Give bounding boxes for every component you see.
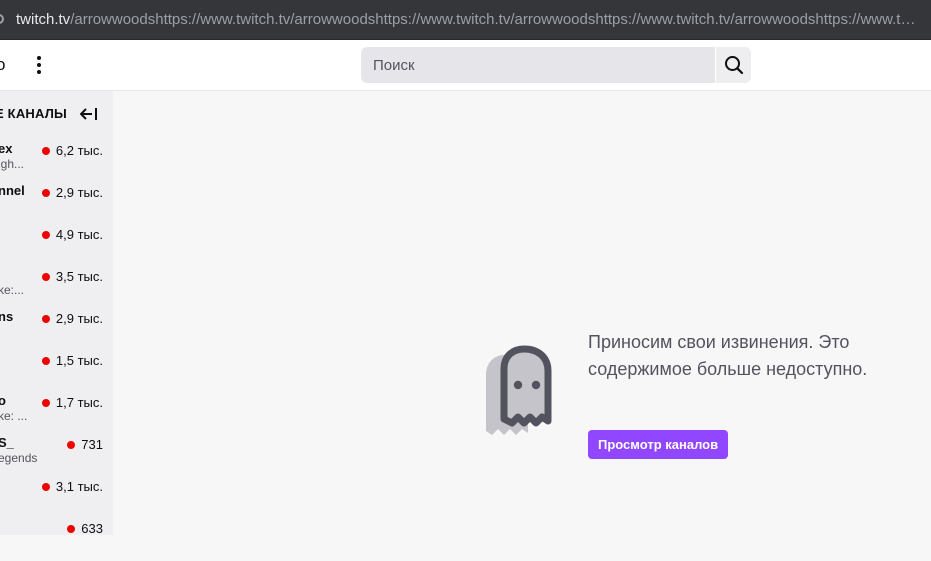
collapse-sidebar-icon[interactable] [80,107,98,121]
sidebar-channel-item[interactable]: ns 2,9 тыс. [0,309,113,351]
viewer-count: 6,2 тыс. [41,143,103,158]
browse-channels-button[interactable]: Просмотр каналов [588,430,729,459]
channel-name: ns [0,309,14,324]
channel-name: nnel [0,183,25,198]
viewer-count-text: 633 [81,521,103,536]
ghost-icon [486,345,552,435]
viewer-count: 3,1 тыс. [41,479,103,494]
sidebar-channel-item[interactable]: nnel 2,9 тыс. [0,183,113,225]
followed-channels-sidebar: Е КАНАЛЫ ex igh... 6,2 тыс. nnel 2,9 тыс… [0,91,113,536]
channel-game: ke: ... [0,409,28,423]
sidebar-channel-item[interactable]: 633 [0,519,113,561]
sidebar-channel-item[interactable]: ke:... 3,5 тыс. [0,267,113,309]
search-icon [724,56,743,75]
top-navigation: о [0,40,931,91]
channel-name: о [0,393,6,408]
viewer-count: 2,9 тыс. [41,311,103,326]
live-dot-icon [41,230,50,239]
viewer-count: 1,7 тыс. [41,395,103,410]
sidebar-channel-item[interactable]: S_ egends 731 [0,435,113,477]
content-unavailable-message: Приносим свои извинения. Это содержимое … [588,332,868,379]
channel-name: ex [0,141,13,156]
sidebar-channel-item[interactable]: 4,9 тыс. [0,225,113,267]
live-dot-icon [41,482,50,491]
live-dot-icon [41,356,50,365]
live-dot-icon [41,146,50,155]
live-dot-icon [41,398,50,407]
nav-link-cut[interactable]: о [0,55,5,75]
viewer-count: 4,9 тыс. [41,227,103,242]
sidebar-channel-item[interactable]: ex igh... 6,2 тыс. [0,141,113,183]
viewer-count: 633 [67,521,103,536]
search-button[interactable] [716,47,751,83]
url-host: twitch.tv [16,11,71,28]
sidebar-header: Е КАНАЛЫ [0,106,67,121]
viewer-count-text: 731 [81,437,103,452]
sidebar-channel-item[interactable]: 1,5 тыс. [0,351,113,393]
channel-game: igh... [0,157,25,171]
address-text[interactable]: twitch.tv/arrowwoodshttps://www.twitch.t… [16,11,926,28]
viewer-count-text: 1,5 тыс. [55,353,103,368]
viewer-count-text: 3,1 тыс. [55,479,103,494]
live-dot-icon [41,314,50,323]
viewer-count: 731 [67,437,103,452]
live-dot-icon [41,272,50,281]
viewer-count: 3,5 тыс. [41,269,103,284]
more-options-icon[interactable] [30,53,48,77]
viewer-count-text: 1,7 тыс. [55,395,103,410]
viewer-count: 1,5 тыс. [41,353,103,368]
viewer-count-text: 2,9 тыс. [55,185,103,200]
site-info-icon[interactable] [0,14,4,24]
live-dot-icon [67,524,76,533]
sidebar-channel-item[interactable]: 3,1 тыс. [0,477,113,519]
search-input[interactable] [361,47,716,83]
viewer-count-text: 3,5 тыс. [55,269,103,284]
main-content [113,91,931,535]
viewer-count-text: 2,9 тыс. [55,311,103,326]
url-path: /arrowwoodshttps://www.twitch.tv/arrowwo… [70,11,926,28]
browser-address-bar[interactable]: twitch.tv/arrowwoodshttps://www.twitch.t… [0,0,931,40]
channel-game: ke:... [0,283,25,297]
live-dot-icon [41,188,50,197]
viewer-count-text: 6,2 тыс. [55,143,103,158]
sidebar-channel-item[interactable]: о ke: ... 1,7 тыс. [0,393,113,435]
search-bar [361,47,751,83]
live-dot-icon [67,440,76,449]
channel-name: S_ [0,435,14,450]
viewer-count: 2,9 тыс. [41,185,103,200]
channel-game: egends [0,451,38,465]
viewer-count-text: 4,9 тыс. [55,227,103,242]
